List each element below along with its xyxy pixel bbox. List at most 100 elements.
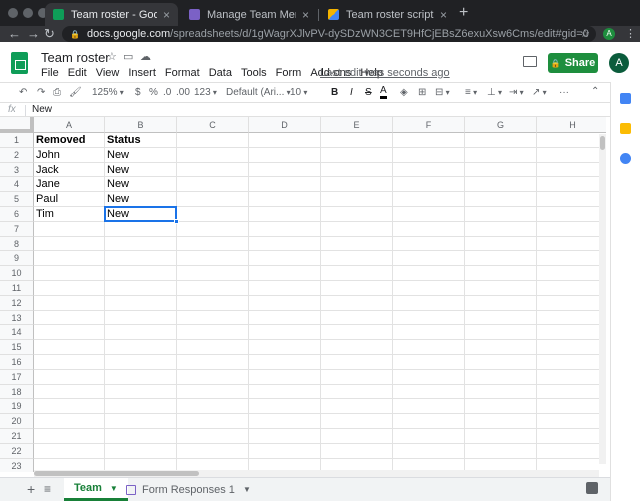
cell-g16[interactable] bbox=[465, 355, 537, 370]
cell-g11[interactable] bbox=[465, 281, 537, 296]
cell-g17[interactable] bbox=[465, 369, 537, 385]
cell-b7[interactable] bbox=[105, 221, 177, 237]
row-header[interactable]: 8 bbox=[0, 236, 34, 252]
cell-c20[interactable] bbox=[177, 414, 249, 429]
share-button[interactable]: 🔒 Share bbox=[548, 53, 598, 73]
cell-e3[interactable] bbox=[321, 162, 393, 178]
cell-h20[interactable] bbox=[537, 414, 606, 429]
borders-icon[interactable]: ⊞ bbox=[418, 86, 426, 99]
print-icon[interactable]: ⎙ bbox=[53, 86, 61, 99]
cell-f5[interactable] bbox=[393, 192, 465, 207]
cell-c8[interactable] bbox=[177, 236, 249, 252]
menu-format[interactable]: Format bbox=[165, 67, 200, 79]
cell-b1[interactable]: Status bbox=[105, 133, 177, 148]
menu-edit[interactable]: Edit bbox=[68, 67, 87, 79]
cell-e22[interactable] bbox=[321, 443, 393, 459]
spreadsheet-grid[interactable]: A B C D E F G H 1 Removed Status 2 John New 3 Jack New 4 J… bbox=[0, 117, 606, 472]
cell-f13[interactable] bbox=[393, 310, 465, 326]
cell-h17[interactable] bbox=[537, 370, 606, 385]
cell-c15[interactable] bbox=[177, 340, 249, 355]
cell-b18[interactable] bbox=[105, 384, 177, 400]
cell-e16[interactable] bbox=[321, 355, 393, 370]
cell-f7[interactable] bbox=[393, 221, 465, 237]
cell-h10[interactable] bbox=[537, 266, 606, 281]
cell-e20[interactable] bbox=[321, 414, 393, 429]
cell-a18[interactable] bbox=[34, 384, 105, 400]
cell-b16[interactable] bbox=[105, 355, 177, 370]
cell-b19[interactable] bbox=[105, 399, 177, 415]
cell-h11[interactable] bbox=[537, 281, 606, 296]
cell-e10[interactable] bbox=[321, 266, 393, 281]
row-header[interactable]: 5 bbox=[0, 192, 34, 207]
cell-a1[interactable]: Removed bbox=[34, 133, 105, 148]
cell-e11[interactable] bbox=[321, 281, 393, 296]
cell-g2[interactable] bbox=[465, 147, 537, 163]
cell-a11[interactable] bbox=[34, 281, 105, 296]
cell-g4[interactable] bbox=[465, 177, 537, 193]
cell-d20[interactable] bbox=[249, 414, 321, 429]
cell-e8[interactable] bbox=[321, 236, 393, 252]
cell-h9[interactable] bbox=[537, 251, 606, 267]
cell-g13[interactable] bbox=[465, 310, 537, 326]
paint-format-icon[interactable]: 🖌 bbox=[69, 86, 82, 99]
row-header[interactable]: 19 bbox=[0, 399, 34, 415]
cell-d18[interactable] bbox=[249, 384, 321, 400]
cell-b20[interactable] bbox=[105, 414, 177, 429]
cell-b17[interactable] bbox=[105, 369, 177, 385]
cell-g14[interactable] bbox=[465, 325, 537, 341]
cell-e1[interactable] bbox=[321, 133, 393, 148]
increase-decimal-button[interactable]: .00 bbox=[176, 86, 190, 99]
calendar-icon[interactable] bbox=[620, 93, 631, 104]
cell-d13[interactable] bbox=[249, 310, 321, 326]
cell-b12[interactable] bbox=[105, 295, 177, 311]
cell-e15[interactable] bbox=[321, 340, 393, 355]
cell-d22[interactable] bbox=[249, 443, 321, 459]
back-icon[interactable]: ← bbox=[8, 26, 21, 42]
cell-d2[interactable] bbox=[249, 147, 321, 163]
cell-f10[interactable] bbox=[393, 266, 465, 281]
cell-h16[interactable] bbox=[537, 355, 606, 370]
cell-a9[interactable] bbox=[34, 251, 105, 267]
cell-e13[interactable] bbox=[321, 310, 393, 326]
cell-f17[interactable] bbox=[393, 369, 465, 385]
cell-g5[interactable] bbox=[465, 192, 537, 207]
cell-c22[interactable] bbox=[177, 443, 249, 459]
column-header-f[interactable]: F bbox=[393, 117, 465, 133]
forward-icon[interactable]: → bbox=[27, 26, 40, 42]
cell-a10[interactable] bbox=[34, 266, 105, 281]
comments-icon[interactable] bbox=[523, 56, 537, 67]
cell-c7[interactable] bbox=[177, 221, 249, 237]
cell-a20[interactable] bbox=[34, 414, 105, 429]
cell-c3[interactable] bbox=[177, 162, 249, 178]
cell-g12[interactable] bbox=[465, 295, 537, 311]
cell-h21[interactable] bbox=[537, 429, 606, 444]
cell-d19[interactable] bbox=[249, 399, 321, 415]
cell-e21[interactable] bbox=[321, 429, 393, 444]
row-header[interactable]: 12 bbox=[0, 295, 34, 311]
cell-h6[interactable] bbox=[537, 207, 606, 222]
cell-a17[interactable] bbox=[34, 369, 105, 385]
menu-file[interactable]: File bbox=[41, 67, 59, 79]
cell-h22[interactable] bbox=[537, 444, 606, 459]
horizontal-scrollbar[interactable] bbox=[34, 470, 599, 477]
cell-a2[interactable]: John bbox=[34, 147, 105, 163]
row-header[interactable]: 23 bbox=[0, 458, 34, 472]
cell-d5[interactable] bbox=[249, 192, 321, 207]
cell-a3[interactable]: Jack bbox=[34, 162, 105, 178]
cell-a13[interactable] bbox=[34, 310, 105, 326]
cell-e9[interactable] bbox=[321, 251, 393, 267]
cell-c13[interactable] bbox=[177, 310, 249, 326]
close-icon[interactable]: × bbox=[302, 8, 309, 22]
cell-c2[interactable] bbox=[177, 147, 249, 163]
menu-tools[interactable]: Tools bbox=[241, 67, 267, 79]
cell-a19[interactable] bbox=[34, 399, 105, 415]
column-header-e[interactable]: E bbox=[321, 117, 393, 133]
cell-c14[interactable] bbox=[177, 325, 249, 341]
row-header[interactable]: 14 bbox=[0, 325, 34, 341]
cell-h2[interactable] bbox=[537, 148, 606, 163]
browser-tab-script[interactable]: Team roster script × bbox=[320, 3, 455, 26]
menu-view[interactable]: View bbox=[96, 67, 120, 79]
row-header[interactable]: 21 bbox=[0, 429, 34, 444]
row-header[interactable]: 2 bbox=[0, 147, 34, 163]
chevron-down-icon[interactable]: ▼ bbox=[243, 485, 251, 494]
